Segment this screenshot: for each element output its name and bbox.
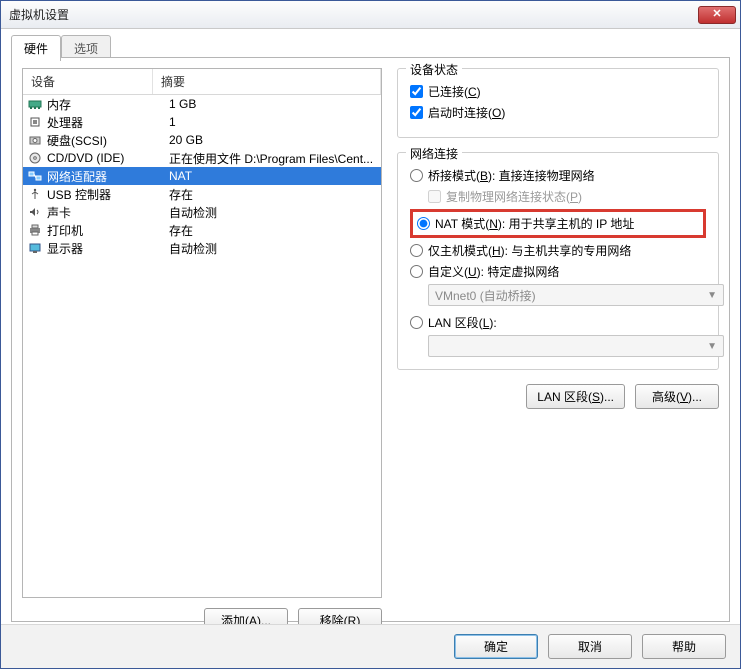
device-label: 显示器	[47, 240, 169, 257]
device-list-column: 设备 摘要 内存1 GB 处理器1 硬盘(SCSI)20 GB	[22, 68, 382, 611]
network-connection-group: 网络连接 桥接模式(B): 直接连接物理网络 复制物理网络连接状态(P) NAT…	[397, 152, 719, 370]
chevron-down-icon: ▼	[707, 341, 717, 352]
bridged-radio-input[interactable]	[410, 169, 423, 182]
connect-at-poweron-checkbox[interactable]: 启动时连接(O)	[410, 104, 706, 121]
dialog-footer: 确定 取消 帮助	[1, 624, 740, 668]
nat-radio-input[interactable]	[417, 217, 430, 230]
device-summary: 1 GB	[169, 97, 377, 111]
device-state-legend: 设备状态	[406, 61, 462, 78]
device-summary: 正在使用文件 D:\Program Files\Cent...	[169, 150, 377, 167]
memory-icon	[27, 97, 43, 111]
device-list-header: 设备 摘要	[23, 69, 381, 95]
device-summary: 20 GB	[169, 133, 377, 147]
display-icon	[27, 241, 43, 255]
close-button[interactable]: ✕	[698, 6, 736, 24]
replicate-physical-checkbox: 复制物理网络连接状态(P)	[428, 188, 706, 205]
device-label: 处理器	[47, 114, 169, 131]
connected-checkbox[interactable]: 已连接(C)	[410, 83, 706, 100]
lan-segments-button[interactable]: LAN 区段(S)...	[526, 384, 625, 409]
cancel-button[interactable]: 取消	[548, 634, 632, 659]
list-item-display[interactable]: 显示器自动检测	[23, 239, 381, 257]
vm-settings-window: 虚拟机设置 ✕ 硬件 选项 设备 摘要 内存1 GB	[0, 0, 741, 669]
device-label: CD/DVD (IDE)	[47, 151, 169, 165]
tab-hardware[interactable]: 硬件	[11, 35, 61, 61]
column-header-summary[interactable]: 摘要	[153, 69, 381, 94]
chevron-down-icon: ▼	[707, 290, 717, 301]
cpu-icon	[27, 115, 43, 129]
device-summary: 自动检测	[169, 240, 377, 257]
connect-at-poweron-input[interactable]	[410, 106, 423, 119]
cd-icon	[27, 151, 43, 165]
lansegment-radio[interactable]: LAN 区段(L):	[410, 314, 706, 331]
close-icon: ✕	[712, 9, 721, 20]
list-item-network[interactable]: 网络适配器NAT	[23, 167, 381, 185]
lansegment-combo: ▼	[428, 335, 724, 357]
device-summary: 存在	[169, 222, 377, 239]
help-button[interactable]: 帮助	[642, 634, 726, 659]
custom-radio[interactable]: 自定义(U): 特定虚拟网络	[410, 263, 706, 280]
list-item-sound[interactable]: 声卡自动检测	[23, 203, 381, 221]
window-title: 虚拟机设置	[9, 6, 69, 23]
list-item-memory[interactable]: 内存1 GB	[23, 95, 381, 113]
ok-button[interactable]: 确定	[454, 634, 538, 659]
titlebar: 虚拟机设置 ✕	[1, 1, 740, 29]
advanced-button[interactable]: 高级(V)...	[635, 384, 719, 409]
device-label: 内存	[47, 96, 169, 113]
device-list[interactable]: 设备 摘要 内存1 GB 处理器1 硬盘(SCSI)20 GB	[22, 68, 382, 598]
custom-vmnet-value: VMnet0 (自动桥接)	[435, 287, 536, 304]
device-label: USB 控制器	[47, 186, 169, 203]
hostonly-radio-input[interactable]	[410, 244, 423, 257]
device-label: 硬盘(SCSI)	[47, 132, 169, 149]
network-icon	[27, 169, 43, 183]
replicate-physical-input	[428, 190, 441, 203]
network-legend: 网络连接	[406, 145, 462, 162]
device-summary: 1	[169, 115, 377, 129]
connected-checkbox-input[interactable]	[410, 85, 423, 98]
list-item-printer[interactable]: 打印机存在	[23, 221, 381, 239]
printer-icon	[27, 223, 43, 237]
sound-icon	[27, 205, 43, 219]
column-header-device[interactable]: 设备	[23, 69, 153, 94]
tab-panel: 设备 摘要 内存1 GB 处理器1 硬盘(SCSI)20 GB	[11, 57, 730, 622]
device-summary: 存在	[169, 186, 377, 203]
device-summary: NAT	[169, 169, 377, 183]
device-label: 网络适配器	[47, 168, 169, 185]
bridged-radio[interactable]: 桥接模式(B): 直接连接物理网络	[410, 167, 706, 184]
device-summary: 自动检测	[169, 204, 377, 221]
list-item-usb[interactable]: USB 控制器存在	[23, 185, 381, 203]
device-label: 声卡	[47, 204, 169, 221]
list-item-cddvd[interactable]: CD/DVD (IDE)正在使用文件 D:\Program Files\Cent…	[23, 149, 381, 167]
device-label: 打印机	[47, 222, 169, 239]
list-item-cpu[interactable]: 处理器1	[23, 113, 381, 131]
disk-icon	[27, 133, 43, 147]
custom-vmnet-combo: VMnet0 (自动桥接) ▼	[428, 284, 724, 306]
list-item-hdd[interactable]: 硬盘(SCSI)20 GB	[23, 131, 381, 149]
nat-radio[interactable]: NAT 模式(N): 用于共享主机的 IP 地址	[417, 215, 697, 232]
hostonly-radio[interactable]: 仅主机模式(H): 与主机共享的专用网络	[410, 242, 706, 259]
nat-highlight: NAT 模式(N): 用于共享主机的 IP 地址	[410, 209, 706, 238]
usb-icon	[27, 187, 43, 201]
device-details: 设备状态 已连接(C) 启动时连接(O) 网络连接 桥接模式(B): 直接连接物	[397, 68, 719, 409]
lansegment-radio-input[interactable]	[410, 316, 423, 329]
custom-radio-input[interactable]	[410, 265, 423, 278]
device-state-group: 设备状态 已连接(C) 启动时连接(O)	[397, 68, 719, 138]
